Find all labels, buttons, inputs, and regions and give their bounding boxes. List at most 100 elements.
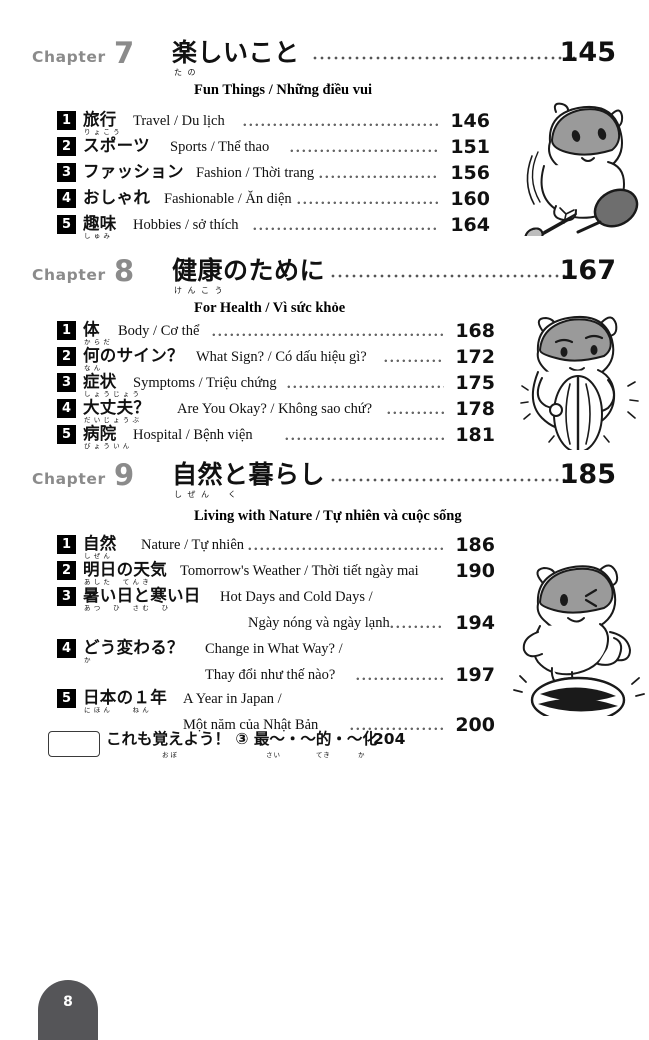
- section-number-badge: 2: [57, 347, 76, 366]
- section-translation-line2: Ngày nóng và ngày lạnh: [248, 615, 390, 631]
- section-title-jp: おしゃれ: [83, 188, 151, 207]
- section-translation: Travel / Du lịch: [133, 113, 225, 129]
- section-translation: Change in What Way? /: [205, 641, 343, 657]
- chapter-title-furigana: けんこう: [174, 286, 228, 295]
- hamster-balancing-on-seed-illustration: [513, 564, 645, 716]
- section-number-badge: 3: [57, 163, 76, 182]
- section-title-group: 病院 びょういん: [83, 424, 133, 450]
- leader-dots: [243, 123, 439, 130]
- section-title-furigana: なん: [84, 364, 104, 372]
- section-number-badge: 2: [57, 137, 76, 156]
- section-title-jp: 趣味: [83, 214, 117, 233]
- section-title-furigana: しぜん: [84, 552, 114, 560]
- section-title-group: 趣味 しゅみ: [83, 214, 117, 240]
- chapter-title-furigana: しぜん く: [174, 490, 242, 499]
- section-title-jp: 大丈夫？: [83, 398, 151, 417]
- section-translation: Tomorrow's Weather / Thời tiết ngày mai: [180, 563, 419, 579]
- section-number-badge: 3: [57, 587, 76, 606]
- chapter-number: 7: [114, 36, 135, 70]
- section-translation: A Year in Japan /: [183, 691, 282, 707]
- section-number-badge: 5: [57, 425, 76, 444]
- section-page-number: 151: [450, 136, 490, 158]
- section-translation: Body / Cơ thể: [118, 323, 200, 339]
- section-title-furigana: [84, 206, 150, 214]
- chapter-subtitle: For Health / Vì sức khỏe: [194, 300, 346, 316]
- section-translation: Hospital / Bệnh viện: [133, 427, 253, 443]
- section-title-jp: ファッション: [83, 162, 184, 181]
- section-title-furigana: びょういん: [84, 442, 133, 450]
- leader-dots: [248, 547, 444, 554]
- section-translation: Sports / Thể thao: [170, 139, 270, 155]
- section-page-number: 186: [455, 534, 495, 556]
- section-title-furigana: [84, 180, 184, 188]
- chapter-label: Chapter: [32, 48, 106, 66]
- leader-dots: [331, 274, 577, 282]
- section-number-badge: 1: [57, 111, 76, 130]
- hamster-feeling-sick-illustration: [520, 316, 639, 450]
- section-number-badge: 1: [57, 535, 76, 554]
- extra-entry-label: これも覚えよう！ ③ 最〜・〜的・〜化: [106, 730, 378, 748]
- section-title-group: スポーツ: [83, 136, 150, 162]
- chapter-number: 9: [114, 458, 135, 492]
- extra-entry-page: 204: [373, 730, 406, 748]
- extra-furigana-sai: さい: [266, 751, 281, 759]
- section-title-group: 旅行 りょこう: [83, 110, 123, 136]
- chapter-title-group: 自然と暮らし しぜん く: [172, 460, 325, 499]
- section-translation: Are You Okay? / Không sao chứ?: [177, 401, 373, 417]
- section-title-furigana: しゅみ: [84, 232, 114, 240]
- leader-dots: [285, 437, 444, 444]
- section-title-group: 大丈夫？ だいじょうぶ: [83, 398, 150, 424]
- leader-dots: [319, 175, 439, 182]
- section-title-group: 明日の天気 あした てんき: [83, 560, 167, 586]
- section-page-number: 197: [455, 664, 495, 686]
- hamster-playing-tennis-illustration: [524, 102, 639, 236]
- section-number-badge: 5: [57, 215, 76, 234]
- chapter-subtitle: Fun Things / Những điều vui: [194, 82, 373, 98]
- section-number-badge: 4: [57, 189, 76, 208]
- section-page-number: 190: [455, 560, 495, 582]
- section-translation: Hobbies / sở thích: [133, 217, 239, 233]
- section-title-jp: スポーツ: [83, 136, 150, 155]
- extra-entry-row[interactable]: これも覚えよう！ ③ 最〜・〜的・〜化 おぼ さい てき か 204: [0, 728, 649, 762]
- section-title-furigana: にほん ねん: [84, 706, 152, 714]
- extra-furigana-oboe: おぼ: [162, 751, 179, 759]
- section-title-group: おしゃれ: [83, 188, 150, 214]
- section-title-furigana: [84, 154, 150, 162]
- section-title-furigana: りょこう: [84, 128, 123, 136]
- toc-page: Chapter 7 楽しいこと たの 145 Fun Things / Nhữn…: [0, 0, 649, 1040]
- section-number-badge: 4: [57, 639, 76, 658]
- chapter-page-number: 145: [559, 37, 616, 68]
- chapter-headline: Chapter 9 自然と暮らし しぜん く 185: [0, 458, 649, 502]
- chapter-title-jp: 健康のために: [172, 256, 326, 285]
- chapter-title-group: 健康のために けんこう: [172, 256, 325, 295]
- notebook-box-icon: [48, 731, 100, 757]
- section-number-badge: 5: [57, 689, 76, 708]
- section-title-jp: 明日の天気: [83, 560, 167, 579]
- chapter-label: Chapter: [32, 266, 106, 284]
- page-number: 8: [63, 994, 73, 1010]
- leader-dots: [387, 411, 444, 418]
- leader-dots: [212, 333, 444, 340]
- section-title-group: 体 からだ: [83, 320, 113, 346]
- chapter-headline: Chapter 8 健康のために けんこう 167: [0, 254, 649, 298]
- chapter-headline: Chapter 7 楽しいこと たの 145: [0, 36, 649, 80]
- leader-dots: [356, 677, 444, 684]
- page-number-badge: 8: [38, 980, 98, 1040]
- section-translation-line2: Thay đổi như thế nào?: [205, 667, 336, 683]
- section-translation: Nature / Tự nhiên: [141, 537, 245, 553]
- chapter-block-9: Chapter 9 自然と暮らし しぜん く 185 Living with N…: [0, 458, 649, 524]
- section-translation: Hot Days and Cold Days /: [220, 589, 373, 605]
- leader-dots: [390, 625, 444, 632]
- section-title-group: 日本の１年 にほん ねん: [83, 688, 167, 714]
- section-translation: Fashionable / Ăn diện: [164, 191, 292, 207]
- section-translation: Symptoms / Triệu chứng: [133, 375, 277, 391]
- leader-dots: [290, 149, 439, 156]
- section-title-jp: 暑い日と寒い日: [83, 586, 201, 605]
- section-number-badge: 1: [57, 321, 76, 340]
- chapter-label: Chapter: [32, 470, 106, 488]
- section-title-jp: 体: [83, 320, 100, 339]
- chapter-title-jp: 自然と暮らし: [172, 460, 326, 489]
- section-title-group: どう変わる？ か: [83, 638, 184, 664]
- section-title-jp: 旅行: [83, 110, 117, 129]
- chapter-title-jp: 楽しいこと: [172, 38, 300, 67]
